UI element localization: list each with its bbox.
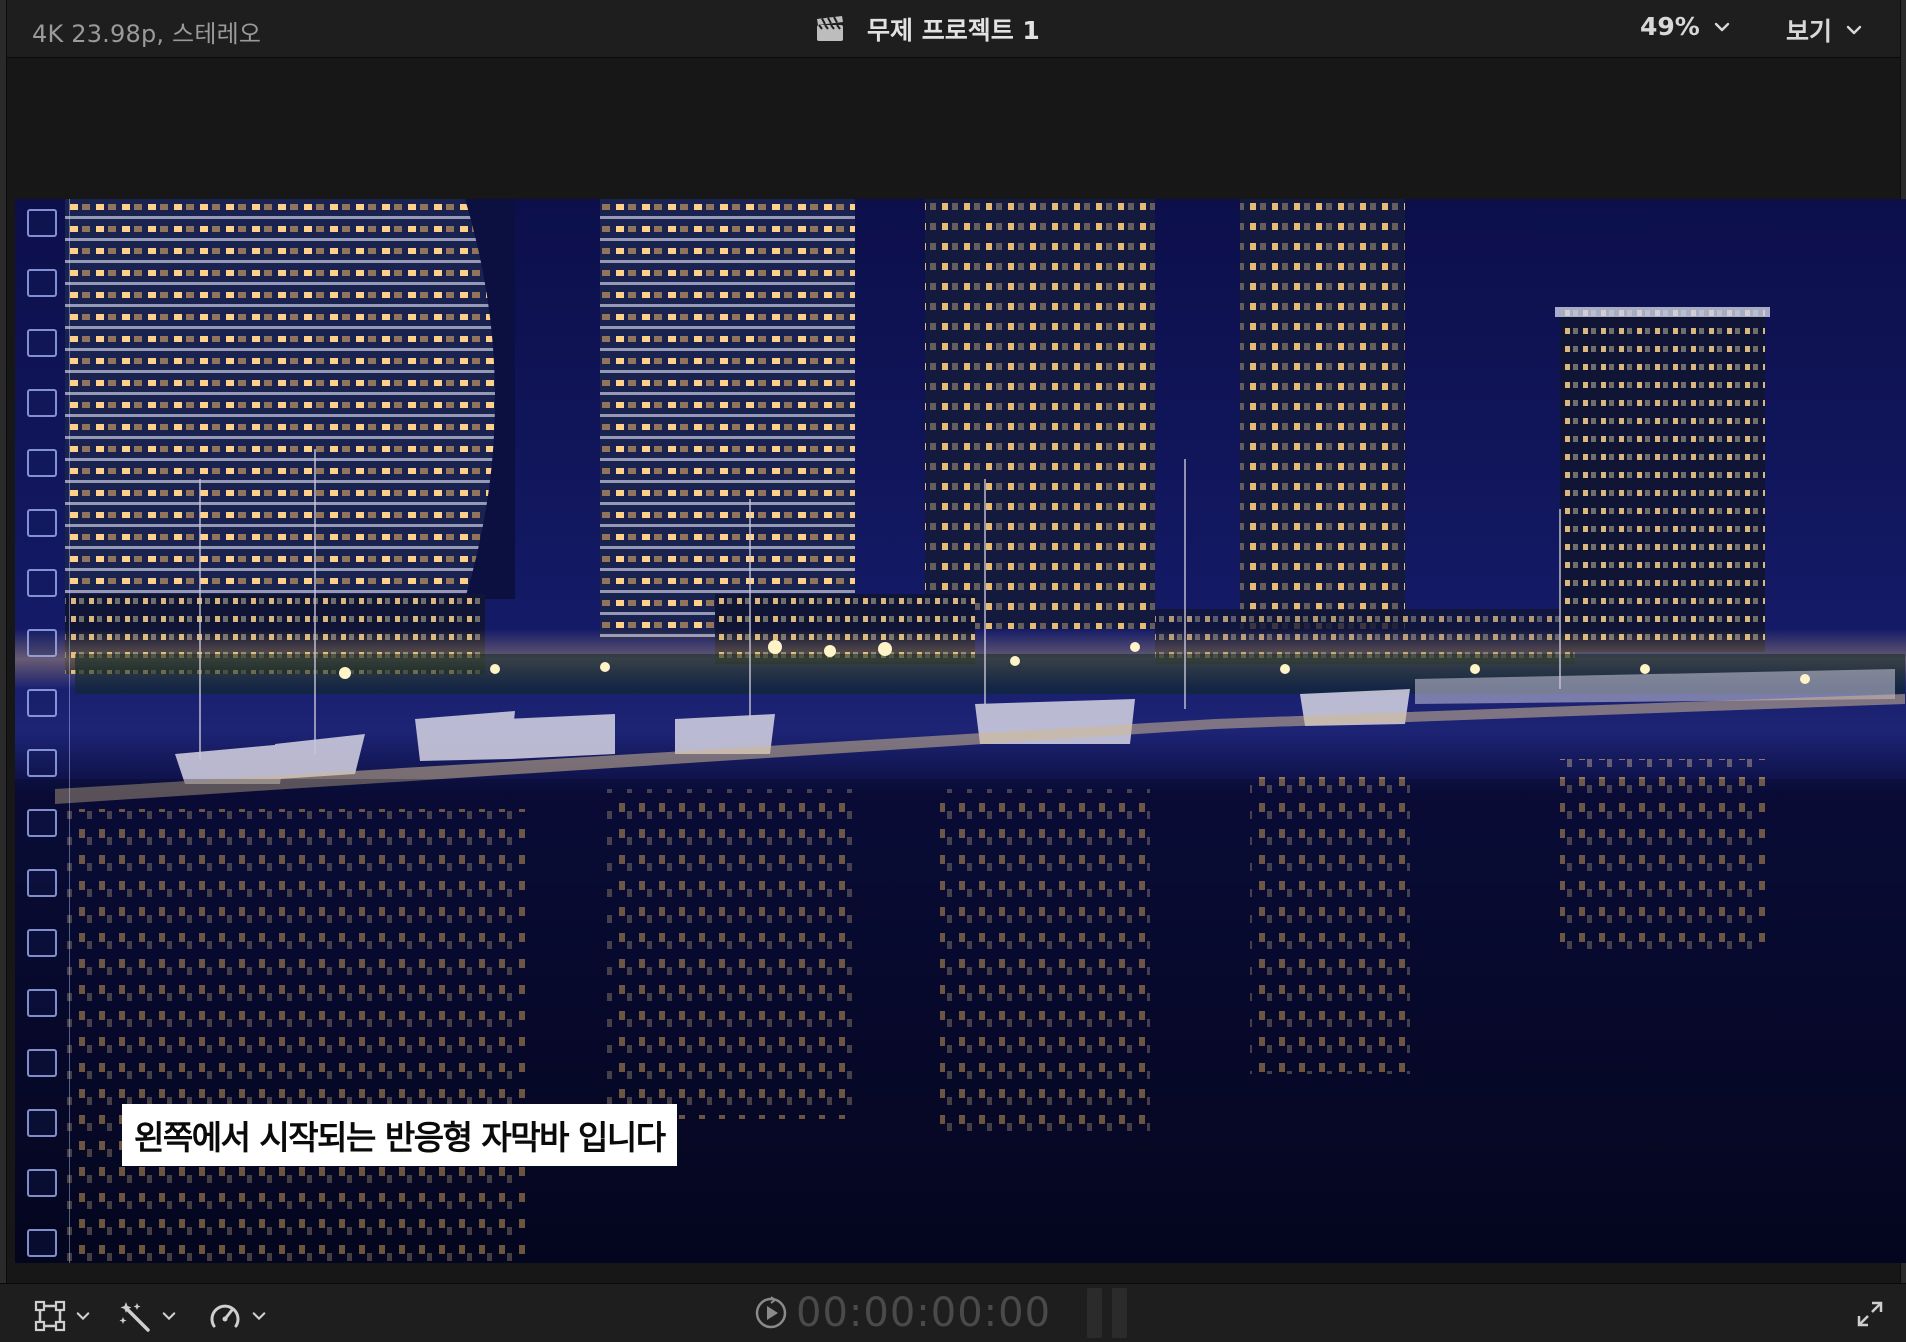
viewer-header: 4K 23.98p, 스테레오 무제 프로젝트 1 49% 보기 bbox=[0, 0, 1906, 58]
retime-menu-button[interactable] bbox=[208, 1300, 266, 1332]
meter-bar bbox=[1087, 1288, 1102, 1338]
film-sprocket bbox=[27, 209, 57, 237]
viewer-window: 4K 23.98p, 스테레오 무제 프로젝트 1 49% 보기 왼쪽에서 시작… bbox=[0, 0, 1906, 1342]
film-sprocket bbox=[27, 1109, 57, 1137]
film-sprocket bbox=[27, 689, 57, 717]
film-sprocket bbox=[27, 809, 57, 837]
format-label: 4K 23.98p, 스테레오 bbox=[32, 20, 262, 48]
transform-crop-icon bbox=[34, 1300, 66, 1332]
zoom-value: 49% bbox=[1640, 12, 1700, 41]
chevron-down-icon bbox=[76, 1312, 90, 1321]
film-sprocket bbox=[27, 989, 57, 1017]
zoom-dropdown[interactable]: 49% bbox=[1640, 12, 1730, 41]
subtitle-film-strip bbox=[15, 199, 70, 1263]
film-sprocket bbox=[27, 1229, 57, 1257]
magic-wand-icon bbox=[119, 1302, 150, 1332]
chevron-down-icon bbox=[162, 1312, 176, 1321]
chevron-down-icon bbox=[1714, 22, 1730, 31]
meter-bar bbox=[1112, 1288, 1127, 1338]
subtitle-bar[interactable]: 왼쪽에서 시작되는 반응형 자막바 입니다 bbox=[122, 1104, 677, 1166]
transform-menu-button[interactable] bbox=[34, 1300, 90, 1332]
retime-speedometer-icon bbox=[210, 1304, 240, 1328]
video-frame[interactable]: 왼쪽에서 시작되는 반응형 자막바 입니다 bbox=[15, 199, 1906, 1263]
view-dropdown[interactable]: 보기 bbox=[1786, 12, 1862, 48]
view-label: 보기 bbox=[1786, 17, 1833, 46]
film-sprocket bbox=[27, 569, 57, 597]
subtitle-text: 왼쪽에서 시작되는 반응형 자막바 입니다 bbox=[134, 1118, 666, 1157]
film-sprocket bbox=[27, 1169, 57, 1197]
film-sprocket bbox=[27, 1049, 57, 1077]
timecode-value: 00:00:00:00 bbox=[796, 1290, 1052, 1336]
film-sprocket bbox=[27, 389, 57, 417]
play-icon[interactable] bbox=[754, 1296, 788, 1330]
audio-meter-indicator bbox=[1087, 1288, 1127, 1338]
film-sprocket bbox=[27, 629, 57, 657]
fullscreen-icon bbox=[1857, 1301, 1883, 1327]
chevron-down-icon bbox=[252, 1312, 266, 1321]
film-sprocket bbox=[27, 929, 57, 957]
left-panel-edge bbox=[0, 0, 7, 1342]
film-sprocket bbox=[27, 869, 57, 897]
film-sprocket bbox=[27, 509, 57, 537]
film-sprocket bbox=[27, 449, 57, 477]
enhance-menu-button[interactable] bbox=[118, 1300, 176, 1332]
film-sprocket bbox=[27, 269, 57, 297]
clapperboard-icon bbox=[817, 16, 843, 41]
project-title: 무제 프로젝트 1 bbox=[867, 16, 1040, 45]
chevron-down-icon bbox=[1846, 25, 1862, 35]
film-sprocket bbox=[27, 329, 57, 357]
fullscreen-button[interactable] bbox=[1855, 1299, 1885, 1333]
film-sprocket bbox=[27, 749, 57, 777]
project-title-group: 무제 프로젝트 1 bbox=[815, 12, 1040, 46]
viewer-canvas: 왼쪽에서 시작되는 반응형 자막바 입니다 bbox=[7, 59, 1906, 1283]
timecode-display[interactable]: 00:00:00:00 bbox=[754, 1290, 1051, 1336]
viewer-toolbar: 00:00:00:00 bbox=[0, 1283, 1906, 1342]
